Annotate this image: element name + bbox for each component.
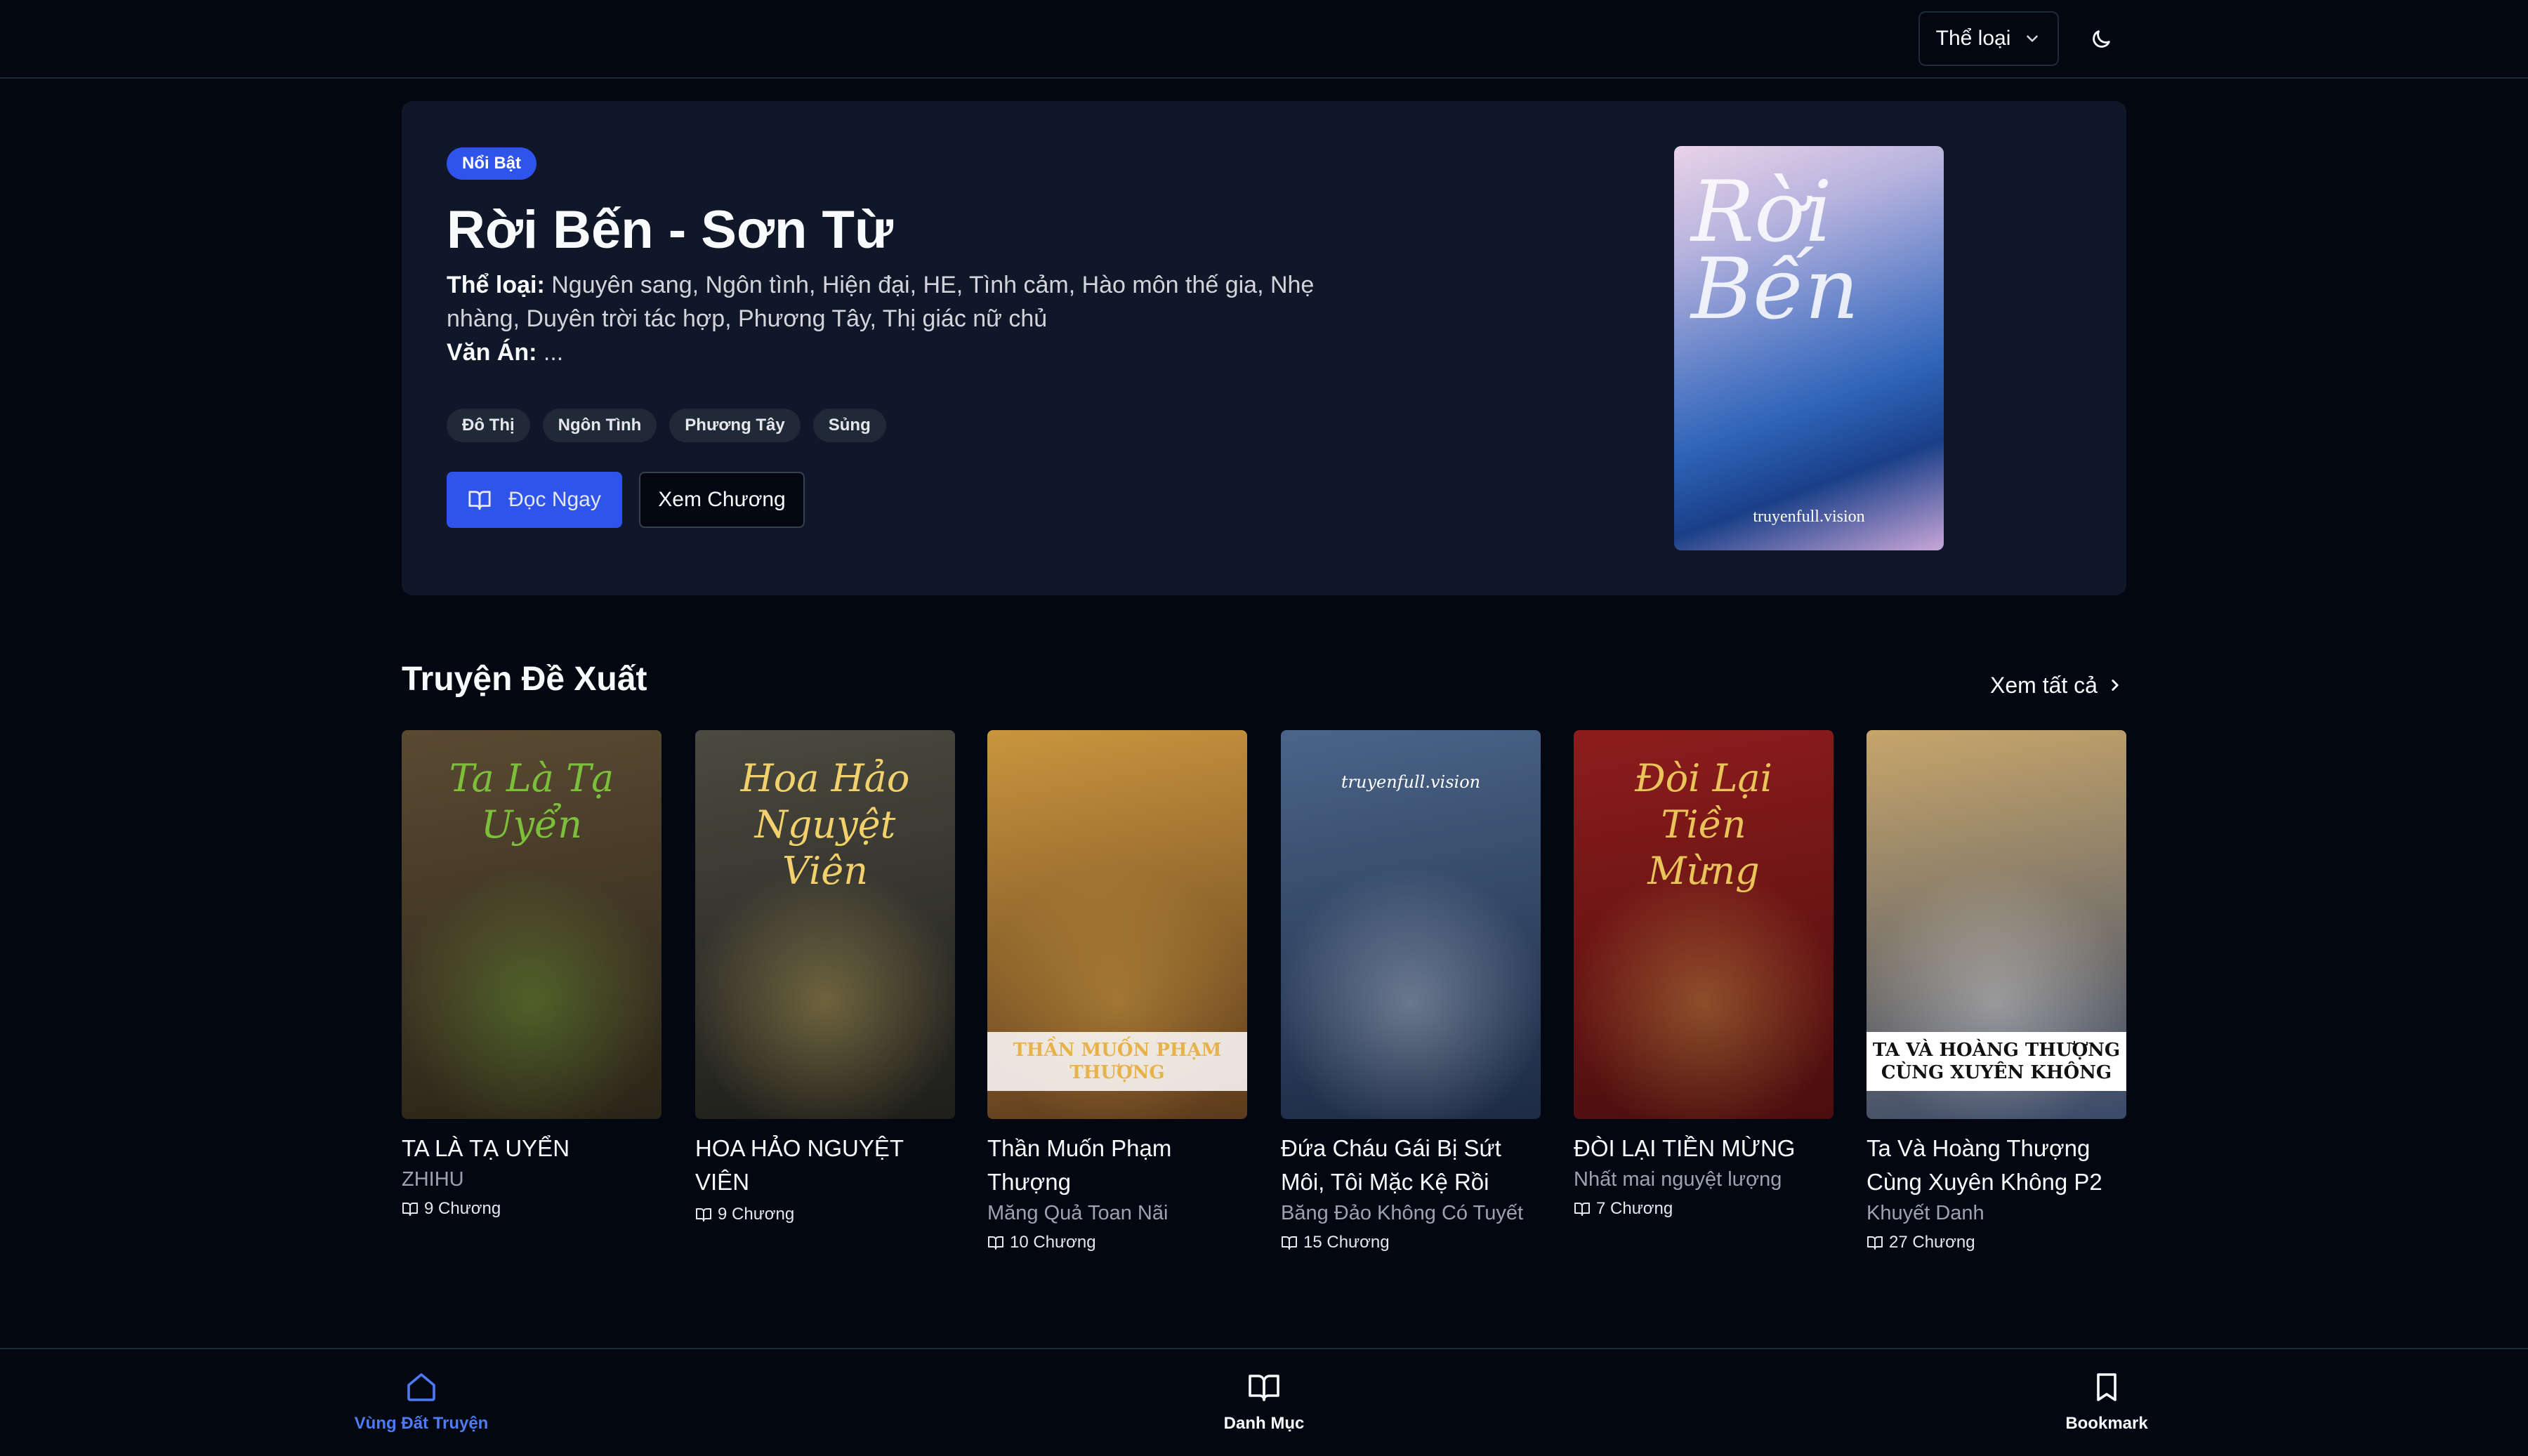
story-card[interactable]: Hoa Hảo Nguyệt Viên HOA HẢO NGUYỆT VIÊN 9 … xyxy=(695,730,955,1224)
tag-chip[interactable]: Ngôn Tình xyxy=(542,409,657,442)
nav-label: Danh Mục xyxy=(1223,1414,1305,1433)
cover-text: TA VÀ HOÀNG THƯỢNG CÙNG XUYÊN KHÔNG xyxy=(1867,1032,2126,1091)
summary-text: ... xyxy=(543,339,564,366)
tag-chip[interactable]: Đô Thị xyxy=(447,409,530,442)
summary-label: Văn Án: xyxy=(447,339,537,366)
home-icon xyxy=(407,1373,435,1401)
featured-cover-image[interactable]: Rời Bến truyenfull.vision xyxy=(1674,146,1944,550)
view-chapters-button[interactable]: Xem Chương xyxy=(639,472,805,528)
nav-item-home[interactable]: Vùng Đất Truyện xyxy=(344,1370,499,1434)
genre-text: Nguyên sang, Ngôn tình, Hiện đại, HE, Tì… xyxy=(447,272,1315,332)
featured-title[interactable]: Rời Bến - Sơn Từ xyxy=(447,199,893,260)
genre-label: Thể loại: xyxy=(447,272,545,298)
cover-text: Ta Là Tạ Uyển xyxy=(449,756,614,847)
chapter-count-text: 27 Chương xyxy=(1889,1233,1975,1252)
cover-text: THẦN MUỐN PHẠM THƯỢNG xyxy=(987,1032,1247,1091)
read-now-label: Đọc Ngay xyxy=(508,488,601,511)
see-all-label: Xem tất cả xyxy=(1990,672,2098,698)
chapter-count-text: 9 Chương xyxy=(718,1205,795,1224)
story-cover-image[interactable]: Đòi Lại Tiền Mừng xyxy=(1574,730,1834,1119)
featured-description: Thể loại: Nguyên sang, Ngôn tình, Hiện đ… xyxy=(447,268,1374,369)
nav-item-categories[interactable]: Danh Mục xyxy=(1194,1370,1334,1434)
see-all-link[interactable]: Xem tất cả xyxy=(1990,670,2124,701)
cover-title-art: Rời Bến xyxy=(1691,164,1859,338)
chevron-down-icon xyxy=(2027,35,2039,42)
moon-icon xyxy=(2093,30,2110,48)
story-title[interactable]: HOA HẢO NGUYỆT VIÊN xyxy=(695,1132,955,1199)
chapter-count-text: 9 Chương xyxy=(424,1199,501,1218)
cover-text: Hoa Hảo Nguyệt Viên xyxy=(740,756,910,893)
story-card[interactable]: TA VÀ HOÀNG THƯỢNG CÙNG XUYÊN KHÔNG Ta Và… xyxy=(1867,730,2126,1252)
chapter-count-text: 10 Chương xyxy=(1010,1233,1096,1252)
genre-dropdown-label: Thể loại xyxy=(1935,27,2011,50)
section-title: Truyện Đề Xuất xyxy=(402,661,647,698)
tag-list: Đô Thị Ngôn Tình Phương Tây Sủng xyxy=(447,409,886,442)
story-cover-image[interactable]: THẦN MUỐN PHẠM THƯỢNG xyxy=(987,730,1247,1119)
story-chapter-count: 9 Chương xyxy=(402,1199,661,1219)
book-open-icon xyxy=(696,1208,711,1222)
featured-badge: Nổi Bật xyxy=(447,147,536,180)
nav-label: Vùng Đất Truyện xyxy=(354,1414,489,1433)
cover-text: Đòi Lại Tiền Mừng xyxy=(1635,756,1772,893)
story-card[interactable]: THẦN MUỐN PHẠM THƯỢNG Thần Muốn Phạm Thượ… xyxy=(987,730,1247,1252)
story-title[interactable]: ĐÒI LẠI TIỀN MỪNG xyxy=(1574,1132,1834,1165)
story-title[interactable]: Đứa Cháu Gái Bị Sứt Môi, Tôi Mặc Kệ Rồi xyxy=(1281,1132,1541,1199)
tag-chip[interactable]: Phương Tây xyxy=(669,409,801,442)
story-author: ZHIHU xyxy=(402,1168,464,1191)
book-open-icon xyxy=(1574,1203,1590,1216)
story-chapter-count: 27 Chương xyxy=(1867,1233,2126,1252)
book-open-icon xyxy=(1249,1375,1279,1401)
story-title[interactable]: TA LÀ TẠ UYỂN xyxy=(402,1132,661,1165)
story-title[interactable]: Thần Muốn Phạm Thượng xyxy=(987,1132,1247,1199)
cover-watermark: truyenfull.vision xyxy=(1753,508,1865,526)
story-chapter-count: 15 Chương xyxy=(1281,1233,1541,1252)
story-cover-image[interactable]: truyenfull.vision xyxy=(1281,730,1541,1119)
book-open-icon xyxy=(468,491,491,510)
story-author: Băng Đảo Không Có Tuyết xyxy=(1281,1202,1524,1224)
story-author: Khuyết Danh xyxy=(1867,1202,1984,1224)
story-cover-image[interactable]: Ta Là Tạ Uyển xyxy=(402,730,661,1119)
story-card[interactable]: Ta Là Tạ Uyển TA LÀ TẠ UYỂN ZHIHU 9 Chương xyxy=(402,730,661,1219)
cover-text: truyenfull.vision xyxy=(1341,772,1481,792)
nav-label: Bookmark xyxy=(2065,1414,2148,1433)
tag-chip[interactable]: Sủng xyxy=(812,409,886,442)
bottom-navigation: Vùng Đất Truyện Danh Mục Bookmark xyxy=(0,1348,2528,1456)
story-chapter-count: 9 Chương xyxy=(695,1205,955,1224)
bookmark-icon xyxy=(2097,1373,2116,1401)
story-cover-image[interactable]: TA VÀ HOÀNG THƯỢNG CÙNG XUYÊN KHÔNG xyxy=(1867,730,2126,1119)
read-now-button[interactable]: Đọc Ngay xyxy=(447,472,622,528)
featured-story-banner: Nổi Bật Rời Bến - Sơn Từ Thể loại: Nguyê… xyxy=(402,101,2126,595)
theme-toggle-button[interactable] xyxy=(2079,17,2124,62)
story-card[interactable]: truyenfull.vision Đứa Cháu Gái Bị Sứt Môi… xyxy=(1281,730,1541,1252)
story-chapter-count: 10 Chương xyxy=(987,1233,1247,1252)
chevron-right-icon xyxy=(2112,680,2119,691)
story-author: Măng Quả Toan Nãi xyxy=(987,1202,1168,1224)
book-open-icon xyxy=(1282,1236,1297,1250)
chapter-count-text: 15 Chương xyxy=(1303,1233,1390,1252)
genre-dropdown-button[interactable]: Thể loại xyxy=(1918,11,2059,66)
top-bar: Thể loại xyxy=(0,0,2528,79)
chapter-count-text: 7 Chương xyxy=(1596,1199,1673,1218)
nav-item-bookmark[interactable]: Bookmark xyxy=(2036,1370,2177,1434)
book-open-icon xyxy=(1867,1236,1883,1250)
story-cover-image[interactable]: Hoa Hảo Nguyệt Viên xyxy=(695,730,955,1119)
book-open-icon xyxy=(988,1236,1003,1250)
story-card[interactable]: Đòi Lại Tiền Mừng ĐÒI LẠI TIỀN MỪNG Nhất m… xyxy=(1574,730,1834,1219)
story-title[interactable]: Ta Và Hoàng Thượng Cùng Xuyên Không P2 xyxy=(1867,1132,2126,1199)
book-open-icon xyxy=(402,1203,418,1216)
story-author: Nhất mai nguyệt lượng xyxy=(1574,1168,1782,1191)
story-chapter-count: 7 Chương xyxy=(1574,1199,1834,1219)
